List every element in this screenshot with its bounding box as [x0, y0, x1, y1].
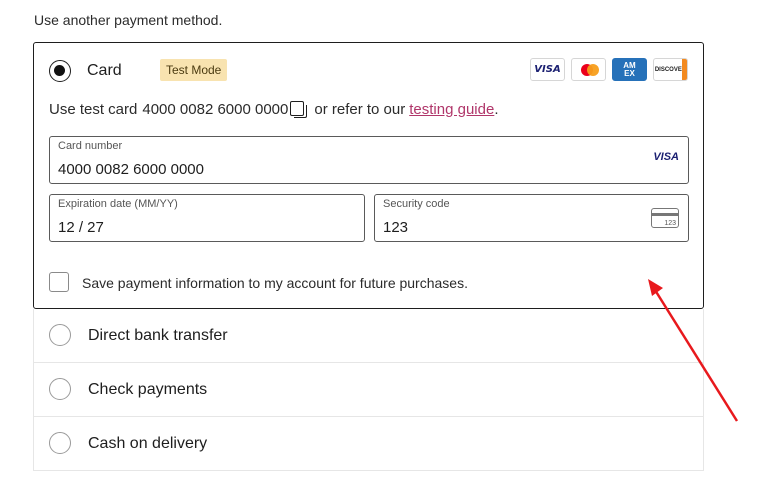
intro-text: Use another payment method.: [34, 12, 223, 28]
card-logos: VISA AM EX DISCOVER: [530, 58, 688, 81]
test-card-number: 4000 0082 6000 0000: [142, 100, 289, 118]
cash-on-delivery-radio[interactable]: [49, 432, 71, 454]
expiration-value[interactable]: 12 / 27: [58, 219, 104, 236]
test-card-middle: or refer to our: [314, 100, 406, 118]
cash-on-delivery-label: Cash on delivery: [88, 435, 208, 452]
mastercard-logo: [571, 58, 606, 81]
method-row-check-payments[interactable]: Check payments: [33, 363, 704, 417]
bank-transfer-label: Direct bank transfer: [88, 327, 228, 344]
card-number-value[interactable]: 4000 0082 6000 0000: [58, 161, 204, 178]
bank-transfer-radio[interactable]: [49, 324, 71, 346]
save-payment-checkbox[interactable]: [49, 272, 69, 292]
test-mode-badge: Test Mode: [160, 59, 228, 81]
security-code-value[interactable]: 123: [383, 219, 408, 236]
expiration-label: Expiration date (MM/YY): [58, 198, 178, 210]
cvc-card-icon: 123: [651, 208, 679, 228]
card-label: Card: [87, 62, 122, 79]
test-card-suffix: .: [494, 100, 499, 118]
security-code-label: Security code: [383, 198, 450, 210]
test-card-prefix: Use test card: [49, 100, 138, 118]
security-code-field[interactable]: Security code 123 123: [374, 194, 689, 242]
save-payment-label: Save payment information to my account f…: [82, 275, 468, 291]
test-card-line: Use test card 4000 0082 6000 0000 or ref…: [49, 100, 498, 118]
testing-guide-link[interactable]: testing guide: [409, 101, 494, 118]
check-payments-label: Check payments: [88, 381, 208, 398]
method-row-bank-transfer[interactable]: Direct bank transfer: [33, 309, 704, 363]
card-payment-panel: Card Test Mode VISA AM EX DISCOVER Use te…: [33, 42, 704, 309]
payment-methods: Card Test Mode VISA AM EX DISCOVER Use te…: [33, 42, 704, 471]
card-number-label: Card number: [58, 140, 123, 152]
amex-logo: AM EX: [612, 58, 647, 81]
copy-icon[interactable]: [290, 100, 308, 118]
card-number-field[interactable]: Card number 4000 0082 6000 0000 VISA: [49, 136, 689, 184]
visa-brand-icon: VISA: [653, 151, 679, 163]
method-row-cash-on-delivery[interactable]: Cash on delivery: [33, 417, 704, 471]
discover-logo: DISCOVER: [653, 58, 688, 81]
card-radio[interactable]: [49, 60, 71, 82]
visa-logo: VISA: [530, 58, 565, 81]
check-payments-radio[interactable]: [49, 378, 71, 400]
expiration-date-field[interactable]: Expiration date (MM/YY) 12 / 27: [49, 194, 365, 242]
